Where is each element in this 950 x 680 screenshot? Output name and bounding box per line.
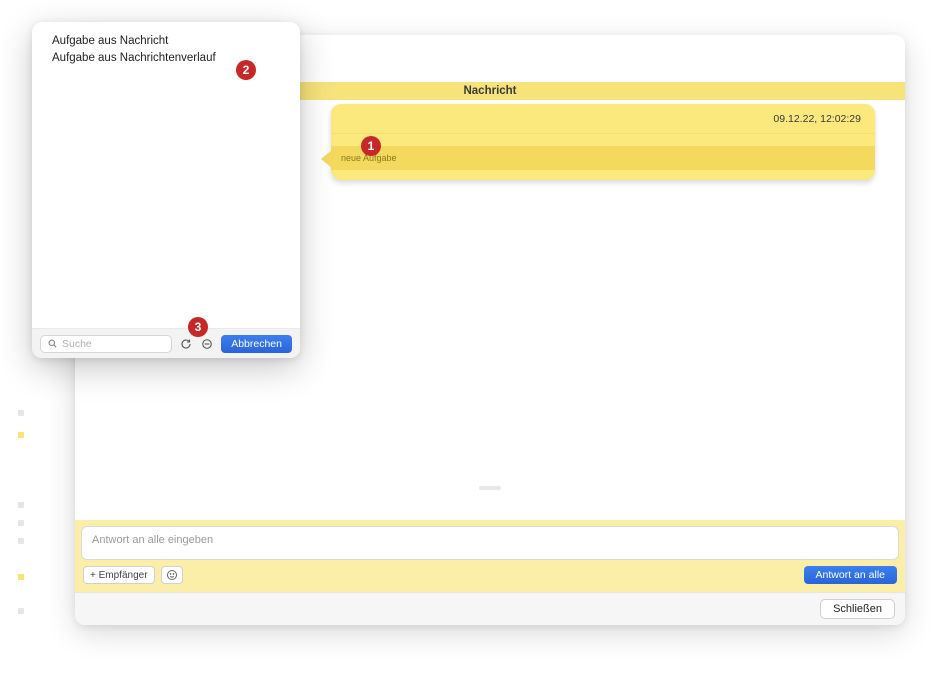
- search-input[interactable]: [62, 338, 165, 350]
- popover-list: Aufgabe aus Nachricht Aufgabe aus Nachri…: [32, 22, 300, 328]
- search-icon: [47, 338, 58, 349]
- message-task-strip[interactable]: neue Aufgabe 1: [331, 146, 875, 170]
- reply-all-label: Antwort an alle: [816, 569, 885, 581]
- message-bubble[interactable]: 09.12.22, 12:02:29 neue Aufgabe 1: [331, 104, 875, 180]
- compose-toolbar: + Empfänger Antwort an alle: [81, 566, 899, 586]
- close-button-label: Schließen: [833, 603, 882, 615]
- remove-icon[interactable]: [200, 337, 214, 351]
- background-sliver: [18, 502, 24, 508]
- background-sliver: [18, 538, 24, 544]
- background-sliver: [18, 574, 24, 580]
- search-field[interactable]: [40, 335, 172, 353]
- background-sliver: [18, 608, 24, 614]
- background-sliver: [18, 432, 24, 438]
- refresh-icon[interactable]: [179, 337, 193, 351]
- message-header-title: Nachricht: [463, 85, 516, 97]
- emoji-picker-button[interactable]: [161, 566, 183, 584]
- message-timestamp: 09.12.22, 12:02:29: [773, 113, 861, 125]
- popover-footer: 3 Abbrechen: [32, 328, 300, 358]
- background-sliver: [18, 410, 24, 416]
- add-recipients-label: + Empfänger: [90, 570, 148, 581]
- background-sliver: [18, 520, 24, 526]
- reply-all-button[interactable]: Antwort an alle: [804, 566, 897, 584]
- resize-handle-icon[interactable]: [479, 486, 501, 490]
- callout-badge-3: 3: [188, 317, 208, 337]
- window-footer: Schließen: [75, 592, 905, 625]
- popover-item-task-from-message[interactable]: Aufgabe aus Nachricht: [52, 33, 280, 50]
- callout-badge-2: 2: [236, 60, 256, 80]
- compose-input[interactable]: Antwort an alle eingeben: [81, 526, 899, 560]
- popover-item-label: Aufgabe aus Nachrichtenverlauf: [52, 52, 216, 64]
- compose-area: Antwort an alle eingeben + Empfänger: [75, 520, 905, 592]
- add-recipients-button[interactable]: + Empfänger: [83, 566, 155, 584]
- cancel-button[interactable]: Abbrechen: [221, 335, 292, 353]
- popover-item-label: Aufgabe aus Nachricht: [52, 35, 168, 47]
- cancel-button-label: Abbrechen: [231, 338, 282, 350]
- task-source-popover: Aufgabe aus Nachricht Aufgabe aus Nachri…: [32, 22, 300, 358]
- message-bubble-header: 09.12.22, 12:02:29: [331, 104, 875, 134]
- callout-badge-1: 1: [361, 136, 381, 156]
- close-button[interactable]: Schließen: [820, 599, 895, 619]
